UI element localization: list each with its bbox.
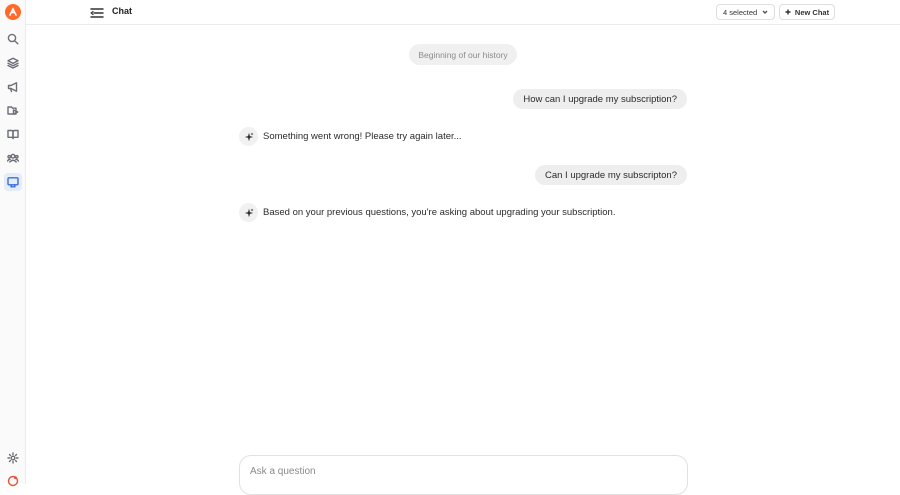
sidebar-item-docs[interactable]	[4, 125, 22, 143]
settings-icon	[7, 452, 19, 464]
layers-icon	[7, 57, 19, 69]
sidebar-item-announcements[interactable]	[4, 78, 22, 96]
sparkle-icon	[244, 132, 253, 141]
book-icon	[7, 129, 19, 140]
top-bar: Chat 4 selected New Chat	[26, 0, 900, 25]
users-icon	[7, 153, 19, 163]
sidebar	[0, 0, 26, 487]
logo-icon	[9, 7, 17, 16]
bot-message-text: Based on your previous questions, you're…	[263, 207, 616, 218]
bot-message-text: Something went wrong! Please try again l…	[263, 131, 462, 142]
profile-icon	[7, 475, 19, 487]
user-message: How can I upgrade my subscription?	[513, 89, 687, 109]
question-input[interactable]	[250, 464, 670, 478]
sidebar-item-profile[interactable]	[4, 472, 22, 490]
search-icon	[7, 33, 19, 45]
bot-avatar	[239, 127, 258, 146]
menu-collapse-icon	[90, 8, 104, 18]
sidebar-item-layers[interactable]	[4, 54, 22, 72]
chat-input-box[interactable]	[239, 455, 688, 495]
selected-count-label: 4 selected	[723, 7, 758, 17]
user-message: Can I upgrade my subscripton?	[534, 165, 687, 185]
sidebar-toggle-button[interactable]	[90, 6, 104, 18]
megaphone-icon	[7, 82, 18, 93]
chevron-down-icon	[762, 10, 768, 14]
new-chat-label: New Chat	[794, 7, 830, 17]
history-start-label: Beginning of our history	[409, 44, 517, 65]
sidebar-item-settings[interactable]	[4, 449, 22, 467]
sparkle-icon	[244, 208, 253, 217]
bot-message: Based on your previous questions, you're…	[239, 203, 615, 222]
folder-play-icon	[7, 106, 19, 115]
bot-message: Something went wrong! Please try again l…	[239, 127, 462, 146]
sidebar-item-media[interactable]	[4, 101, 22, 119]
selected-sources-dropdown[interactable]: 4 selected	[716, 4, 775, 20]
new-chat-button[interactable]: New Chat	[779, 4, 835, 20]
sidebar-item-chat[interactable]	[4, 173, 22, 191]
plus-icon	[785, 9, 791, 15]
chat-monitor-icon	[7, 177, 19, 188]
sidebar-item-search[interactable]	[4, 30, 22, 48]
page-title: Chat	[112, 6, 132, 16]
app-logo[interactable]	[5, 4, 21, 20]
sidebar-item-users[interactable]	[4, 149, 22, 167]
bot-avatar	[239, 203, 258, 222]
